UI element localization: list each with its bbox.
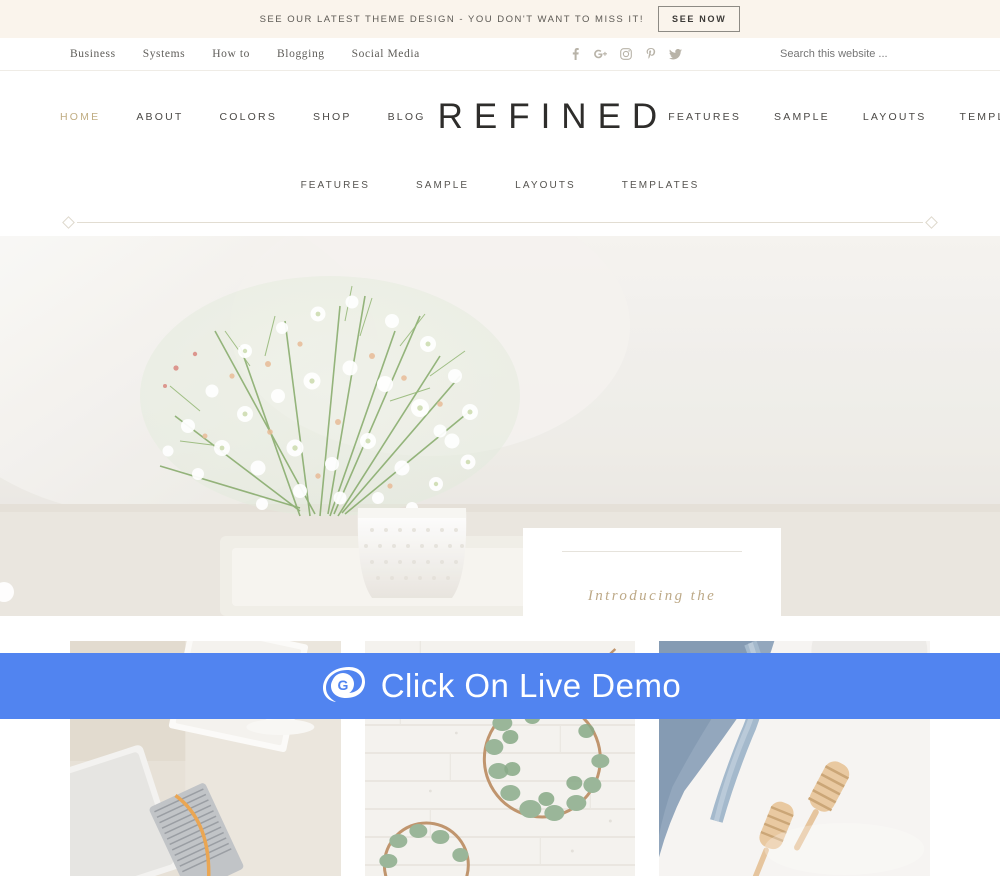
facebook-icon[interactable]: [563, 48, 588, 60]
promo-bar: SEE OUR LATEST THEME DESIGN - YOU DON'T …: [0, 0, 1000, 38]
subnav-item-blogging[interactable]: Blogging: [277, 48, 325, 60]
hero-text-card: Introducing the REFINED THEME SHOP OUR P…: [523, 528, 781, 616]
subnav-item-business[interactable]: Business: [70, 48, 116, 60]
hero-slider: Introducing the REFINED THEME SHOP OUR P…: [0, 236, 1000, 616]
nav-item-layouts[interactable]: LAYOUTS: [863, 111, 927, 123]
diamond-ornament-icon: [925, 215, 938, 229]
primary-nav-right: FEATURES SAMPLE LAYOUTS TEMPLATES: [668, 111, 1000, 123]
secondary-nav-links: Business Systems How to Blogging Social …: [70, 48, 420, 60]
google-plus-icon[interactable]: [588, 49, 613, 60]
subnav-item-systems[interactable]: Systems: [143, 48, 186, 60]
diamond-ornament-icon: [62, 215, 75, 229]
nav-item-colors[interactable]: COLORS: [219, 111, 277, 123]
social-links: [563, 48, 688, 60]
nav-item-shop[interactable]: SHOP: [313, 111, 352, 123]
svg-text:G: G: [337, 677, 348, 693]
generatepress-logo-icon: G: [322, 667, 365, 702]
nav-item-sample[interactable]: SAMPLE: [774, 111, 830, 123]
nav-item-home[interactable]: HOME: [60, 111, 100, 123]
live-demo-banner[interactable]: G Click On Live Demo: [0, 653, 1000, 719]
search-input[interactable]: [780, 48, 930, 60]
primary-nav-left: HOME ABOUT COLORS SHOP BLOG: [60, 111, 426, 123]
tertiary-nav-item-layouts[interactable]: LAYOUTS: [515, 180, 576, 191]
secondary-nav-right: [563, 48, 930, 60]
live-demo-label: Click On Live Demo: [380, 667, 682, 704]
nav-item-features[interactable]: FEATURES: [668, 111, 741, 123]
tertiary-nav-item-sample[interactable]: SAMPLE: [416, 180, 469, 191]
nav-item-about[interactable]: ABOUT: [136, 111, 183, 123]
promo-text: SEE OUR LATEST THEME DESIGN - YOU DON'T …: [259, 13, 644, 25]
subnav-item-social-media[interactable]: Social Media: [352, 48, 420, 60]
secondary-nav: Business Systems How to Blogging Social …: [0, 38, 1000, 71]
tertiary-nav-item-templates[interactable]: TEMPLATES: [622, 180, 700, 191]
tertiary-nav-item-features[interactable]: FEATURES: [301, 180, 370, 191]
pinterest-icon[interactable]: [638, 48, 663, 60]
divider-line: [77, 221, 923, 223]
instagram-icon[interactable]: [613, 48, 638, 60]
site-header: HOME ABOUT COLORS SHOP BLOG REFINED FEAT…: [0, 71, 1000, 162]
nav-item-templates[interactable]: TEMPLATES: [959, 111, 1000, 123]
site-logo[interactable]: REFINED: [426, 97, 669, 137]
tertiary-nav: FEATURES SAMPLE LAYOUTS TEMPLATES: [0, 162, 1000, 208]
twitter-icon[interactable]: [663, 48, 688, 60]
see-now-button[interactable]: SEE NOW: [658, 6, 741, 32]
subnav-item-how-to[interactable]: How to: [212, 48, 250, 60]
hero-script-line: Introducing the: [587, 588, 717, 604]
hero-background-image: [0, 236, 1000, 616]
nav-item-blog[interactable]: BLOG: [388, 111, 426, 123]
card-rule-top: [562, 551, 742, 552]
decorative-divider: [0, 208, 1000, 236]
